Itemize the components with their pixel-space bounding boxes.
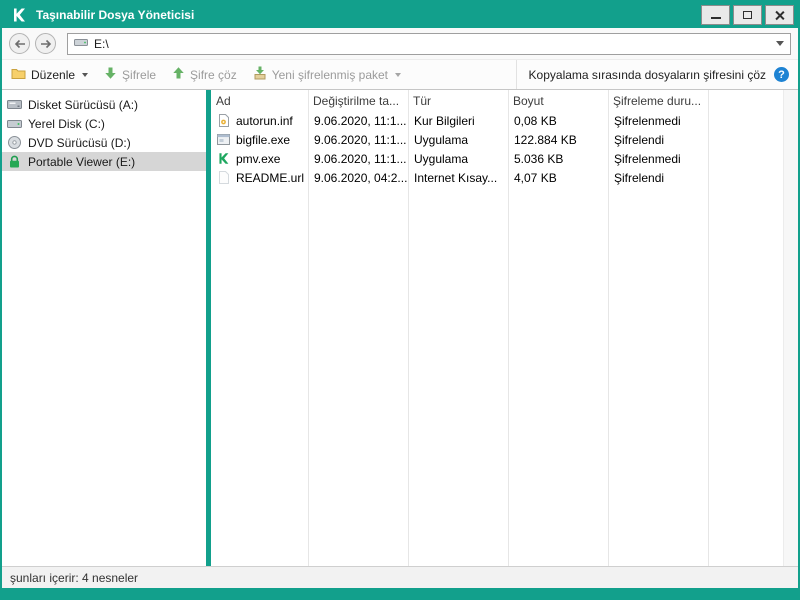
close-button[interactable] (765, 5, 794, 25)
inf-file-icon (216, 113, 231, 128)
organize-label: Düzenle (31, 67, 76, 82)
file-size: 0,08 KB (514, 113, 557, 128)
organize-caret-icon (82, 72, 89, 77)
file-name: bigfile.exe (236, 132, 291, 147)
forward-button[interactable] (35, 33, 56, 54)
decrypt-arrow-up-icon (172, 66, 185, 83)
file-list: Ad Değiştirilme ta... Tür Boyut Şifrelem… (211, 90, 783, 566)
column-header-size[interactable]: Boyut (508, 94, 608, 108)
file-row-bigfile-exe[interactable]: bigfile.exe 9.06.2020, 11:1... Uygulama … (211, 130, 783, 149)
new-encrypted-package-label: Yeni şifrelenmiş paket (271, 67, 389, 82)
file-encryption-status: Şifrelendi (614, 132, 665, 147)
file-modified: 9.06.2020, 11:1... (314, 132, 407, 147)
window-title: Taşınabilir Dosya Yöneticisi (36, 8, 195, 22)
column-header-name[interactable]: Ad (211, 94, 308, 108)
address-dropdown-icon[interactable] (776, 41, 784, 46)
navigation-bar: E:\ (2, 28, 798, 60)
floppy-drive-icon (7, 97, 22, 112)
column-header-encryption-status[interactable]: Şifreleme duru... (608, 94, 708, 108)
file-encryption-status: Şifrelenmedi (614, 113, 681, 128)
minimize-icon (710, 17, 721, 19)
file-name: pmv.exe (236, 151, 281, 166)
sidebar-item-label: DVD Sürücüsü (D:) (28, 135, 131, 150)
sidebar-item-drive-e[interactable]: Portable Viewer (E:) (2, 152, 206, 171)
file-row-pmv-exe[interactable]: pmv.exe 9.06.2020, 11:1... Uygulama 5.03… (211, 149, 783, 168)
column-separator[interactable] (408, 90, 409, 566)
column-separator[interactable] (708, 90, 709, 566)
column-separator[interactable] (508, 90, 509, 566)
address-bar[interactable]: E:\ (67, 32, 791, 55)
file-type: Uygulama (414, 132, 469, 147)
vertical-scrollbar[interactable] (783, 90, 798, 566)
sidebar-item-drive-d[interactable]: DVD Sürücüsü (D:) (2, 133, 206, 152)
status-text: şunları içerir: 4 nesneler (10, 570, 139, 585)
kaspersky-app-icon (216, 151, 231, 166)
column-separator[interactable] (308, 90, 309, 566)
file-name: autorun.inf (236, 113, 293, 128)
back-arrow-icon (14, 39, 25, 48)
decrypt-on-copy-label: Kopyalama sırasında dosyaların şifresini… (528, 67, 766, 82)
back-button[interactable] (9, 33, 30, 54)
encrypt-button[interactable]: Şifrele (104, 66, 156, 83)
main-content: Disket Sürücüsü (A:) Yerel Disk (C:) DVD… (2, 90, 798, 566)
file-modified: 9.06.2020, 11:1... (314, 151, 407, 166)
column-header-modified[interactable]: Değiştirilme ta... (308, 94, 408, 108)
sidebar-item-label: Yerel Disk (C:) (28, 116, 105, 131)
info-icon[interactable]: ? (774, 67, 789, 82)
drive-tree-sidebar: Disket Sürücüsü (A:) Yerel Disk (C:) DVD… (2, 90, 206, 566)
sidebar-item-drive-c[interactable]: Yerel Disk (C:) (2, 114, 206, 133)
file-size: 122.884 KB (514, 132, 577, 147)
file-type: Kur Bilgileri (414, 113, 475, 128)
encrypt-label: Şifrele (122, 67, 157, 82)
file-size: 4,07 KB (514, 170, 557, 185)
organize-button[interactable]: Düzenle (11, 67, 89, 83)
file-type: Internet Kısay... (414, 170, 498, 185)
dvd-drive-icon (7, 135, 22, 150)
portable-file-manager-window: Taşınabilir Dosya Yöneticisi E:\ Düzenle… (0, 0, 800, 600)
minimize-button[interactable] (701, 5, 730, 25)
file-row-autorun-inf[interactable]: autorun.inf 9.06.2020, 11:1... Kur Bilgi… (211, 111, 783, 130)
file-encryption-status: Şifrelendi (614, 170, 665, 185)
address-text: E:\ (94, 36, 109, 51)
file-modified: 9.06.2020, 11:1... (314, 113, 407, 128)
decrypt-button[interactable]: Şifre çöz (172, 66, 237, 83)
window-controls (701, 5, 794, 25)
maximize-icon (743, 11, 752, 19)
sidebar-item-drive-a[interactable]: Disket Sürücüsü (A:) (2, 95, 206, 114)
file-name: README.url (236, 170, 305, 185)
file-size: 5.036 KB (514, 151, 564, 166)
sidebar-item-label: Portable Viewer (E:) (28, 154, 136, 169)
file-type: Uygulama (414, 151, 469, 166)
package-icon (253, 66, 267, 83)
file-list-header: Ad Değiştirilme ta... Tür Boyut Şifrelem… (211, 90, 783, 111)
lock-icon (7, 154, 22, 169)
file-encryption-status: Şifrelenmedi (614, 151, 681, 166)
maximize-button[interactable] (733, 5, 762, 25)
kaspersky-logo-icon (10, 6, 28, 24)
url-file-icon (216, 170, 231, 185)
exe-file-icon (216, 132, 231, 147)
file-modified: 9.06.2020, 04:2... (314, 170, 408, 185)
drive-icon (74, 35, 88, 52)
file-row-readme-url[interactable]: README.url 9.06.2020, 04:2... Internet K… (211, 168, 783, 187)
new-encrypted-package-button[interactable]: Yeni şifrelenmiş paket (253, 66, 402, 83)
toolbar: Düzenle Şifrele Şifre çöz Yeni şifrelenm… (2, 60, 798, 90)
title-bar[interactable]: Taşınabilir Dosya Yöneticisi (2, 2, 798, 28)
forward-arrow-icon (40, 39, 51, 48)
column-header-type[interactable]: Tür (408, 94, 508, 108)
window-bottom-accent (2, 588, 798, 598)
status-bar: şunları içerir: 4 nesneler (2, 566, 798, 588)
sidebar-item-label: Disket Sürücüsü (A:) (28, 97, 139, 112)
decrypt-label: Şifre çöz (190, 67, 237, 82)
hard-disk-icon (7, 116, 22, 131)
folder-icon (11, 67, 26, 83)
new-package-caret-icon[interactable] (395, 72, 402, 77)
decrypt-on-copy-option[interactable]: Kopyalama sırasında dosyaların şifresini… (515, 60, 789, 89)
close-icon (774, 10, 785, 21)
column-separator[interactable] (608, 90, 609, 566)
encrypt-arrow-down-icon (104, 66, 117, 83)
